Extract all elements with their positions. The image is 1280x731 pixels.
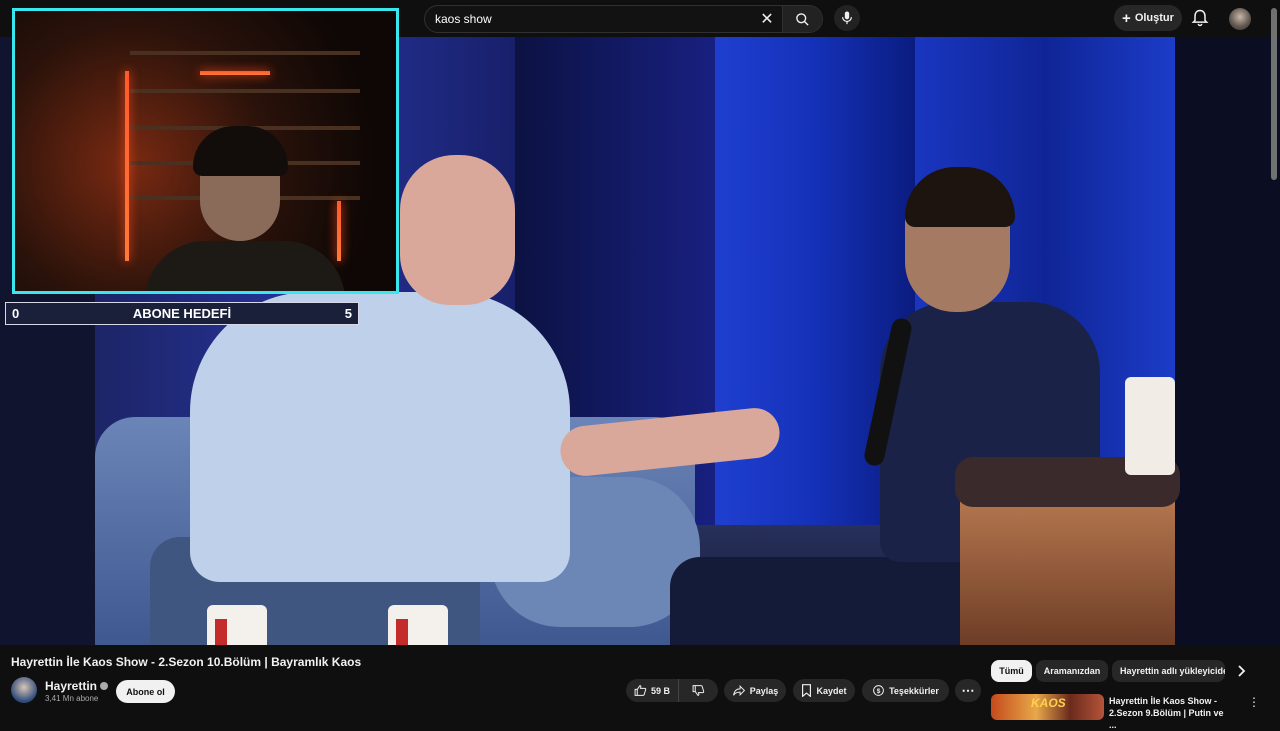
thumbs-up-icon <box>634 685 647 696</box>
search-box[interactable]: kaos show ✕ <box>424 5 823 33</box>
save-button[interactable]: Kaydet <box>793 679 855 702</box>
create-button[interactable]: + Oluştur <box>1114 5 1182 31</box>
channel-avatar[interactable] <box>11 677 37 703</box>
channel-name[interactable]: Hayrettin <box>45 679 109 693</box>
goal-current: 0 <box>12 306 20 321</box>
recommendation-thumbnail[interactable]: KAOS <box>991 694 1104 720</box>
clear-search-icon[interactable]: ✕ <box>752 9 782 29</box>
recommendation-title[interactable]: Hayrettin İle Kaos Show - 2.Sezon 9.Bölü… <box>1109 695 1231 731</box>
super-thanks-icon: $ <box>873 685 884 696</box>
subscriber-count: 3,41 Mn abone <box>45 694 99 703</box>
chips-next-button[interactable] <box>1232 661 1252 681</box>
page-scrollbar[interactable] <box>1271 8 1277 180</box>
video-title: Hayrettin İle Kaos Show - 2.Sezon 10.Böl… <box>11 655 362 669</box>
save-label: Kaydet <box>816 685 847 696</box>
like-button[interactable]: 59 B <box>626 679 680 702</box>
subscribe-button[interactable]: Abone ol <box>116 680 175 703</box>
more-dots-icon: ⋯ <box>961 682 975 698</box>
like-count: 59 B <box>651 685 671 696</box>
notifications-bell-icon[interactable] <box>1190 8 1210 28</box>
thumbs-down-icon <box>692 685 705 696</box>
svg-text:$: $ <box>877 688 881 695</box>
create-label: Oluştur <box>1134 12 1174 24</box>
share-icon <box>732 684 745 697</box>
microphone-icon <box>842 11 852 25</box>
verified-icon <box>100 682 109 690</box>
chip-all[interactable]: Tümü <box>991 660 1032 682</box>
channel-name-text: Hayrettin <box>45 679 98 693</box>
chevron-right-icon <box>1238 665 1246 677</box>
plus-icon: + <box>1122 9 1131 27</box>
subscriber-goal-bar: 0 ABONE HEDEFİ 5 <box>5 302 359 325</box>
more-actions-button[interactable]: ⋯ <box>955 679 981 702</box>
chip-from-uploader[interactable]: Hayrettin adlı yükleyiciden <box>1112 660 1225 682</box>
webcam-overlay <box>12 8 399 294</box>
user-avatar[interactable] <box>1229 8 1251 30</box>
voice-search-button[interactable] <box>834 5 860 31</box>
search-icon <box>796 12 809 26</box>
bookmark-icon <box>802 684 812 697</box>
like-dislike-group: 59 B <box>626 679 718 702</box>
thanks-label: Teşekkürler <box>889 685 939 696</box>
thumbnail-text: KAOS <box>1031 696 1066 710</box>
goal-label: ABONE HEDEFİ <box>132 306 232 321</box>
chip-from-search[interactable]: Aramanızdan <box>1036 660 1108 682</box>
dislike-button[interactable] <box>679 684 718 697</box>
search-button[interactable] <box>782 6 822 32</box>
recommendation-menu-icon[interactable]: ⋮ <box>1248 695 1260 709</box>
share-button[interactable]: Paylaş <box>724 679 786 702</box>
share-label: Paylaş <box>749 685 779 696</box>
search-input[interactable]: kaos show <box>425 12 752 26</box>
thanks-button[interactable]: $ Teşekkürler <box>862 679 949 702</box>
goal-target: 5 <box>344 306 352 321</box>
